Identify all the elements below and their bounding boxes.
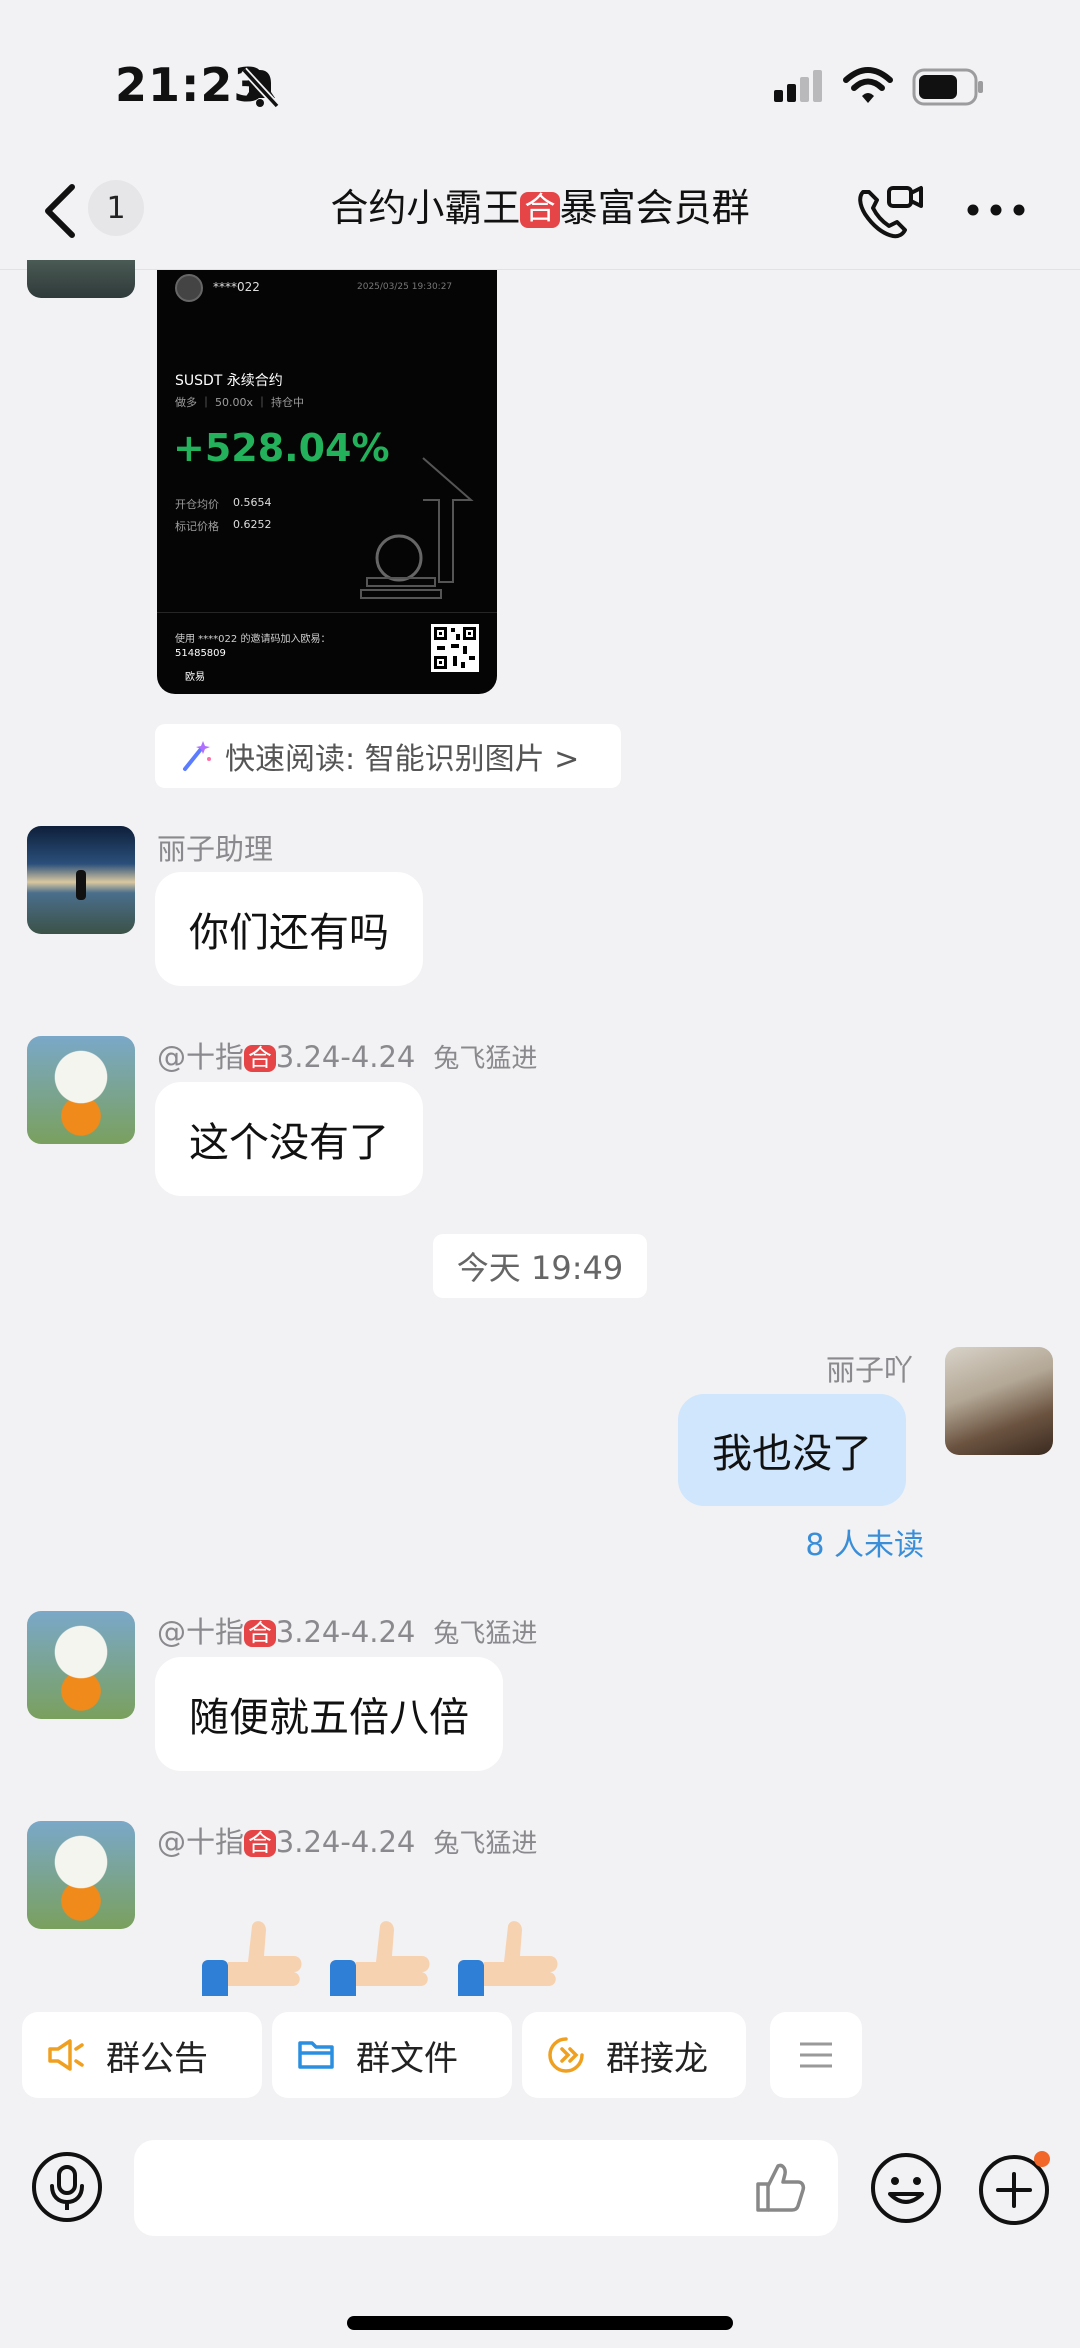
magic-wand-icon: [183, 741, 211, 771]
bell-slash-icon: [241, 67, 280, 109]
sender-name: 丽子吖: [826, 1353, 914, 1387]
card-user: ****022: [213, 280, 260, 294]
card-divider: [157, 612, 497, 613]
avatar-lizi-assistant[interactable]: [27, 826, 135, 934]
avatar-duck[interactable]: [27, 1611, 135, 1719]
he-badge: 合: [244, 1619, 276, 1648]
avatar-duck[interactable]: [27, 1036, 135, 1144]
time-separator: 今天 19:49: [433, 1234, 647, 1298]
message-bubble[interactable]: 随便就五倍八倍: [155, 1657, 503, 1771]
sender-name: @十指合 3.24-4.24 兔飞猛进: [157, 1040, 538, 1074]
card-contract: SUSDT 永续合约: [175, 373, 283, 389]
card-open-value: 0.5654: [233, 496, 272, 509]
plus-icon[interactable]: [976, 2150, 1052, 2226]
card-brand: 欧易: [185, 672, 205, 683]
sender-name: 丽子助理: [157, 832, 274, 866]
message-bubble[interactable]: 这个没有了: [155, 1082, 423, 1196]
card-avatar: [175, 274, 203, 302]
avatar-duck[interactable]: [27, 1821, 135, 1929]
card-datetime: 2025/03/25 19:30:27: [357, 282, 453, 292]
thumbs-up-icon: [458, 1921, 558, 1996]
group-relay-button[interactable]: 群接龙: [522, 2012, 746, 2098]
message-bubble-self[interactable]: 我也没了: [678, 1394, 906, 1506]
chat-title: 合约小霸王合暴富会员群: [330, 186, 750, 230]
menu-icon: [800, 2042, 832, 2068]
home-indicator: [347, 2316, 733, 2330]
he-badge: 合: [244, 1829, 276, 1858]
he-badge: 合: [520, 192, 560, 229]
shared-image-card[interactable]: ****022 2025/03/25 19:30:27 SUSDT 永续合约 做…: [157, 270, 497, 694]
megaphone-icon: [48, 2039, 84, 2071]
like-icon[interactable]: [752, 2160, 808, 2216]
phone-video-call-icon[interactable]: [855, 182, 925, 240]
trend-arrow-icon: [360, 457, 474, 599]
card-open-label: 开仓均价: [175, 498, 219, 511]
message-bubble[interactable]: 你们还有吗: [155, 872, 423, 986]
back-icon[interactable]: [40, 183, 80, 239]
card-invite-text: 使用 ****022 的邀请码加入欧易：: [175, 634, 331, 645]
microphone-icon[interactable]: [30, 2150, 104, 2224]
wifi-icon: [843, 67, 893, 103]
avatar[interactable]: [27, 260, 135, 298]
emoji-icon[interactable]: [868, 2150, 944, 2226]
unread-readers-count[interactable]: 8 人未读: [800, 1520, 924, 1564]
unread-count-badge[interactable]: 1: [88, 180, 144, 236]
qr-code-icon: [431, 624, 479, 672]
message-input[interactable]: [134, 2140, 838, 2236]
sender-name: @十指合 3.24-4.24 兔飞猛进: [157, 1615, 538, 1649]
cellular-signal-icon: [772, 70, 828, 108]
card-meta: 做多 ｜ 50.00x ｜ 持仓中: [175, 396, 304, 409]
sender-name: @十指合 3.24-4.24 兔飞猛进: [157, 1825, 538, 1859]
member-tag: 兔飞猛进: [433, 1619, 538, 1649]
thumbs-up-icon: [202, 1921, 302, 1996]
card-invite-code: 51485809: [175, 648, 226, 659]
thumbs-up-icon: [330, 1921, 430, 1996]
quick-read-button[interactable]: 快速阅读: 智能识别图片 >: [155, 724, 621, 788]
member-tag: 兔飞猛进: [433, 1829, 538, 1859]
member-tag: 兔飞猛进: [433, 1044, 538, 1074]
folder-icon: [298, 2041, 334, 2069]
he-badge: 合: [244, 1044, 276, 1073]
more-icon[interactable]: [965, 200, 1027, 220]
relay-icon: [548, 2037, 584, 2073]
avatar-self[interactable]: [945, 1347, 1053, 1455]
emoji-message[interactable]: [196, 1912, 576, 1996]
card-mark-value: 0.6252: [233, 518, 272, 531]
battery-icon: [912, 68, 983, 106]
group-files-button[interactable]: 群文件: [272, 2012, 512, 2098]
quick-actions-menu-button[interactable]: [770, 2012, 862, 2098]
card-mark-label: 标记价格: [175, 520, 219, 533]
group-announcement-button[interactable]: 群公告: [22, 2012, 262, 2098]
